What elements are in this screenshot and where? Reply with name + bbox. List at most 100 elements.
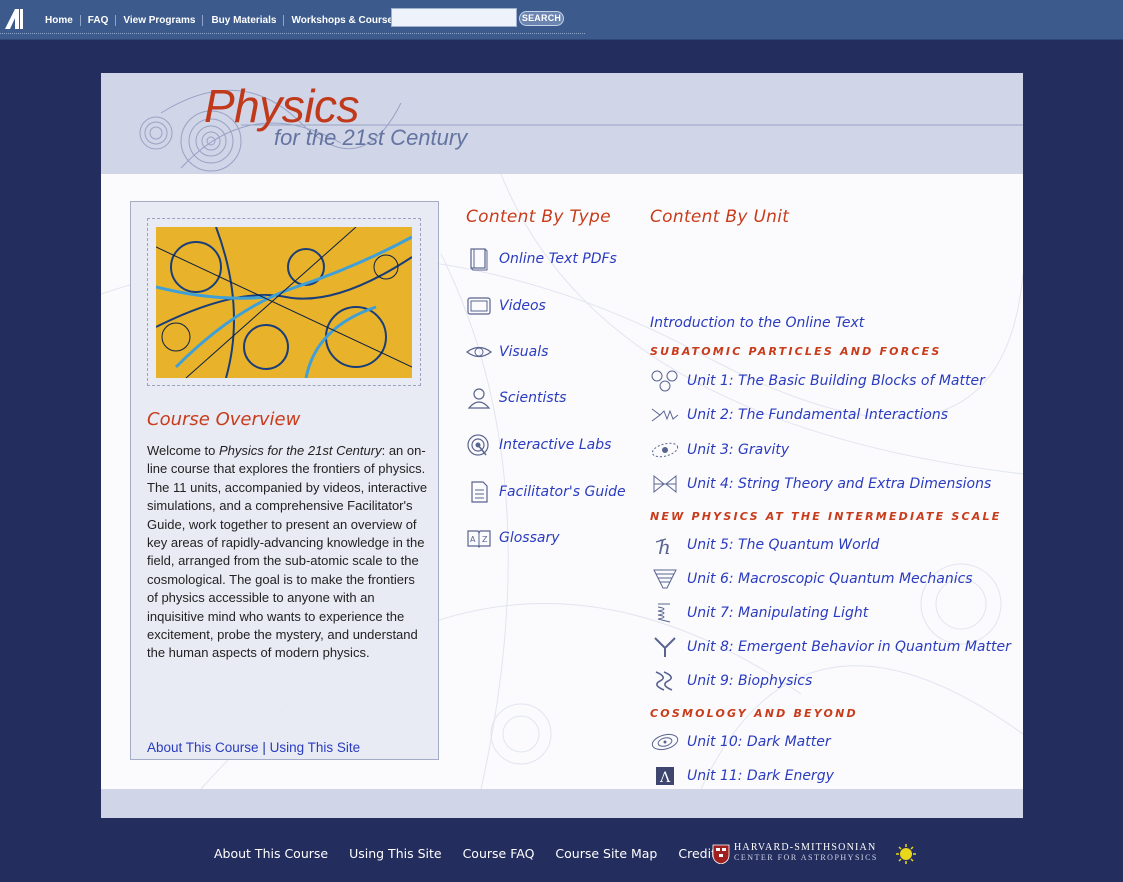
content-area: Course Overview Welcome to Physics for t… — [101, 174, 1023, 789]
target-icon — [467, 434, 489, 456]
using-site-link[interactable]: Using This Site — [270, 740, 361, 755]
overview-text-body: : an on-line course that explores the fr… — [147, 443, 428, 661]
type-item-glossary[interactable]: A Z Glossary — [466, 526, 560, 550]
type-item-label: Scientists — [499, 390, 567, 406]
section-heading-cosmology: COSMOLOGY AND BEYOND — [650, 707, 858, 720]
nav-divider — [0, 33, 585, 37]
nav-buy-materials-link[interactable]: Buy Materials — [203, 14, 285, 26]
unit-label: Unit 8: Emergent Behavior in Quantum Mat… — [687, 639, 1011, 655]
content-by-unit-heading: Content By Unit — [650, 207, 790, 227]
unit-1-link[interactable]: Unit 1: The Basic Building Blocks of Mat… — [650, 369, 985, 393]
unit-7-link[interactable]: Unit 7: Manipulating Light — [650, 601, 868, 625]
nav-view-programs-link[interactable]: View Programs — [116, 14, 204, 26]
unit-2-link[interactable]: Unit 2: The Fundamental Interactions — [650, 403, 948, 427]
link-separator: | — [262, 740, 266, 755]
y-branch-icon — [654, 637, 676, 657]
unit-label: Unit 3: Gravity — [687, 442, 790, 458]
overview-links: About This Course | Using This Site — [147, 740, 360, 755]
unit-6-link[interactable]: Unit 6: Macroscopic Quantum Mechanics — [650, 567, 973, 591]
footer-using-link[interactable]: Using This Site — [349, 846, 441, 861]
lambda-icon: Λ — [656, 767, 674, 786]
type-item-label: Interactive Labs — [499, 437, 612, 453]
top-nav-bar: Home FAQ View Programs Buy Materials Wor… — [0, 0, 1123, 40]
eye-icon — [466, 346, 492, 358]
search-input[interactable] — [391, 8, 517, 27]
partner-name-line2: CENTER FOR ASTROPHYSICS — [734, 853, 878, 862]
nav-workshops-link[interactable]: Workshops & Courses — [284, 15, 405, 26]
content-by-type-heading: Content By Type — [466, 207, 611, 227]
open-book-icon: A Z — [467, 530, 491, 548]
nav-home-link[interactable]: Home — [38, 14, 81, 26]
unit-label: Unit 11: Dark Energy — [687, 768, 834, 784]
book-icon — [470, 248, 488, 271]
unit-label: Unit 1: The Basic Building Blocks of Mat… — [687, 373, 985, 389]
unit-5-link[interactable]: h Unit 5: The Quantum World — [650, 533, 879, 557]
galaxy-icon — [651, 733, 679, 751]
interaction-icon — [651, 408, 679, 422]
unit-3-link[interactable]: Unit 3: Gravity — [650, 438, 789, 462]
unit-10-link[interactable]: Unit 10: Dark Matter — [650, 730, 831, 754]
harvard-smithsonian-logo[interactable]: HARVARD-SMITHSONIAN CENTER FOR ASTROPHYS… — [712, 842, 918, 866]
section-heading-intermediate: NEW PHYSICS AT THE INTERMEDIATE SCALE — [650, 510, 1002, 523]
annenberg-logo[interactable] — [3, 8, 25, 30]
type-item-label: Visuals — [499, 344, 549, 360]
type-item-label: Videos — [499, 298, 546, 314]
spring-icon — [657, 603, 671, 623]
type-item-visuals[interactable]: Visuals — [466, 340, 548, 364]
footer-sitemap-link[interactable]: Course Site Map — [555, 846, 657, 861]
overview-course-title: Physics for the 21st Century — [219, 443, 382, 458]
helix-icon — [655, 671, 673, 691]
section-heading-subatomic: SUBATOMIC PARTICLES AND FORCES — [650, 345, 942, 358]
footer-about-link[interactable]: About This Course — [214, 846, 328, 861]
site-subtitle: for the 21st Century — [274, 125, 468, 150]
nav-faq-link[interactable]: FAQ — [81, 14, 117, 26]
intro-online-text-link[interactable]: Introduction to the Online Text — [650, 315, 864, 331]
search-button[interactable]: SEARCH — [519, 11, 564, 26]
unit-label: Unit 10: Dark Matter — [687, 734, 831, 750]
header-banner: Physics for the 21st Century — [101, 73, 1023, 174]
svg-text:Z: Z — [482, 535, 488, 544]
funnel-icon — [653, 569, 677, 589]
unit-label: Unit 5: The Quantum World — [687, 537, 880, 553]
unit-label: Unit 7: Manipulating Light — [687, 605, 869, 621]
partner-name-line1: HARVARD-SMITHSONIAN — [734, 842, 877, 853]
footer-links: About This Course Using This Site Course… — [214, 846, 743, 861]
unit-4-link[interactable]: Unit 4: String Theory and Extra Dimensio… — [650, 472, 991, 496]
type-item-facilitators-guide[interactable]: Facilitator's Guide — [466, 480, 626, 504]
main-panel: Physics for the 21st Century Course Over… — [101, 73, 1023, 818]
strings-icon — [653, 474, 677, 494]
unit-label: Unit 6: Macroscopic Quantum Mechanics — [687, 571, 973, 587]
sun-icon — [896, 844, 916, 864]
type-item-online-text[interactable]: Online Text PDFs — [466, 247, 617, 271]
svg-text:A: A — [470, 535, 476, 544]
monitor-icon — [467, 297, 491, 315]
unit-11-link[interactable]: Λ Unit 11: Dark Energy — [650, 764, 834, 788]
type-item-scientists[interactable]: Scientists — [466, 386, 566, 410]
unit-label: Unit 4: String Theory and Extra Dimensio… — [687, 476, 992, 492]
course-overview-box: Course Overview Welcome to Physics for t… — [130, 201, 439, 760]
type-item-label: Facilitator's Guide — [499, 484, 626, 500]
type-item-interactive-labs[interactable]: Interactive Labs — [466, 433, 611, 457]
particle-tracks-image — [156, 227, 412, 378]
type-item-videos[interactable]: Videos — [466, 294, 546, 318]
unit-label: Unit 2: The Fundamental Interactions — [687, 407, 948, 423]
document-icon — [471, 481, 488, 503]
unit-9-link[interactable]: Unit 9: Biophysics — [650, 669, 812, 693]
unit-8-link[interactable]: Unit 8: Emergent Behavior in Quantum Mat… — [650, 635, 1011, 659]
type-item-label: Online Text PDFs — [499, 251, 617, 267]
type-item-label: Glossary — [499, 530, 560, 546]
overview-text-intro: Welcome to — [147, 443, 220, 458]
person-icon — [467, 388, 491, 409]
course-overview-heading: Course Overview — [147, 409, 301, 430]
about-course-link[interactable]: About This Course — [147, 740, 259, 755]
overview-image-frame — [147, 218, 421, 386]
unit-label: Unit 9: Biophysics — [687, 673, 813, 689]
course-overview-text: Welcome to Physics for the 21st Century:… — [147, 442, 429, 663]
orbit-icon — [651, 442, 679, 458]
nav-links: Home FAQ View Programs Buy Materials Wor… — [38, 13, 406, 27]
harvard-shield-icon — [712, 844, 730, 864]
panel-footer-strip — [101, 789, 1023, 818]
particles-icon — [651, 370, 678, 392]
footer-faq-link[interactable]: Course FAQ — [463, 846, 535, 861]
svg-text:Λ: Λ — [659, 770, 671, 786]
